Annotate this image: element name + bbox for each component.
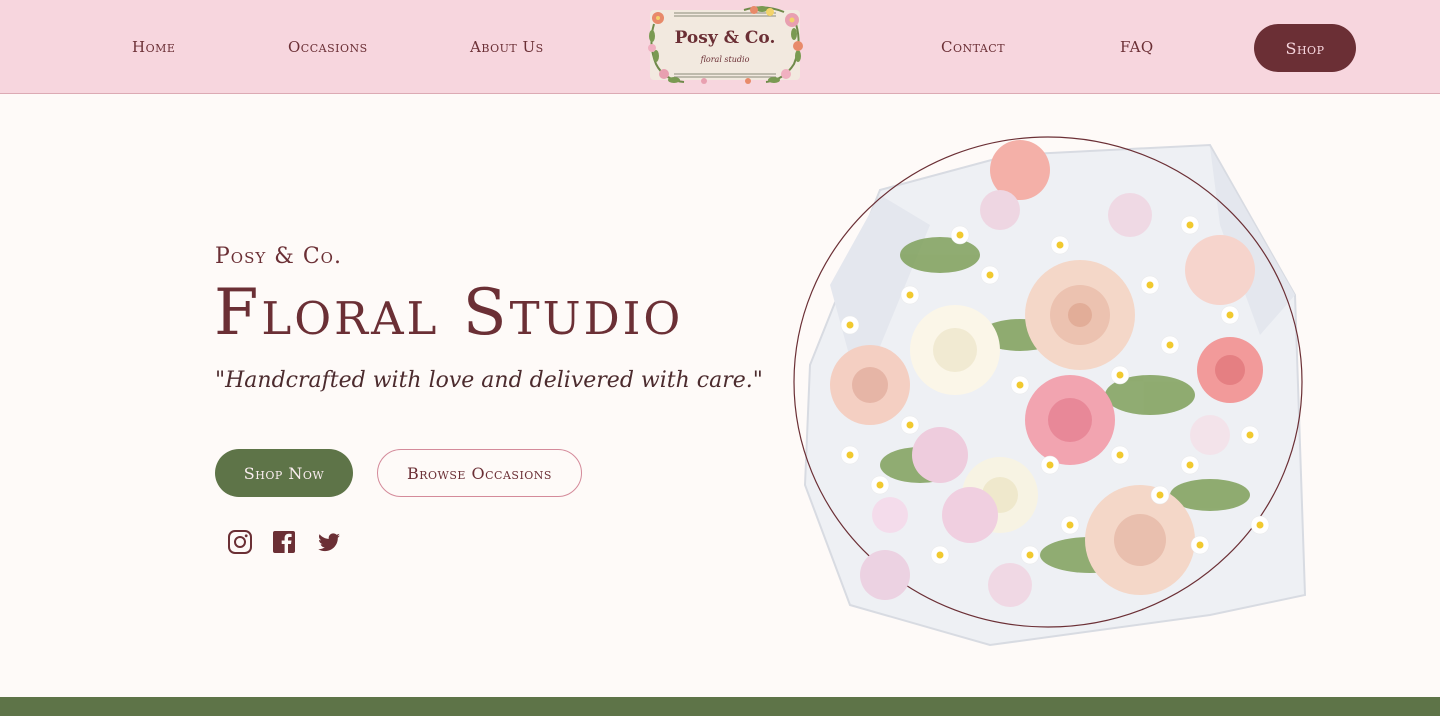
brand-name: Posy & Co. xyxy=(215,244,342,269)
logo-subtitle: floral studio xyxy=(700,55,750,64)
shop-now-button[interactable]: Shop Now xyxy=(215,449,353,497)
hero-title: Floral Studio xyxy=(214,276,684,350)
nav-faq-link[interactable]: FAQ xyxy=(1120,38,1154,56)
nav-about-link[interactable]: About Us xyxy=(470,38,544,56)
top-navigation: Home Occasions About Us Posy & Co. flora… xyxy=(0,0,1440,94)
nav-home-link[interactable]: Home xyxy=(132,38,175,56)
brand-logo[interactable]: Posy & Co. floral studio xyxy=(644,4,806,86)
nav-occasions-link[interactable]: Occasions xyxy=(288,38,368,56)
instagram-icon[interactable] xyxy=(227,529,253,555)
hero-tagline: "Handcrafted with love and delivered wit… xyxy=(215,368,763,393)
browse-occasions-button[interactable]: Browse Occasions xyxy=(377,449,582,497)
footer-band xyxy=(0,697,1440,716)
bouquet-image xyxy=(793,136,1307,647)
shop-button[interactable]: Shop xyxy=(1254,24,1356,72)
nav-contact-link[interactable]: Contact xyxy=(941,38,1005,56)
facebook-icon[interactable] xyxy=(271,529,297,555)
logo-title: Posy & Co. xyxy=(674,28,776,48)
twitter-icon[interactable] xyxy=(316,529,342,555)
